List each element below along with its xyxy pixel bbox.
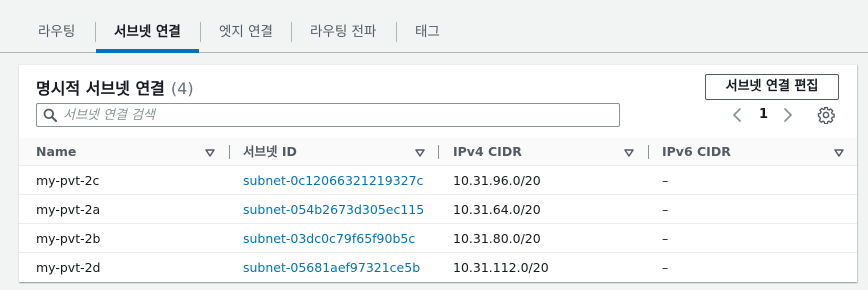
- gear-icon[interactable]: [817, 106, 835, 128]
- search-input[interactable]: [63, 105, 613, 125]
- panel-count: (4): [170, 79, 194, 98]
- caret-down-icon[interactable]: [834, 147, 844, 162]
- chevron-right-icon[interactable]: [782, 107, 794, 127]
- cell-ipv4-cidr: 10.31.96.0/20: [453, 173, 541, 188]
- cell-name: my-pvt-2c: [36, 173, 100, 188]
- cell-name: my-pvt-2a: [36, 202, 101, 217]
- panel-title: 명시적 서브넷 연결 (4): [36, 75, 194, 99]
- subnet-associations-panel: 명시적 서브넷 연결 (4) 서브넷 연결 편집 1 Name: [19, 64, 857, 282]
- cell-ipv4-cidr: 10.31.112.0/20: [453, 260, 549, 275]
- tab-edge-associations[interactable]: 엣지 연결: [201, 14, 291, 50]
- table-row: my-pvt-2a subnet-054b2673d305ec115 10.31…: [19, 195, 857, 224]
- edit-subnet-associations-button[interactable]: 서브넷 연결 편집: [705, 74, 839, 100]
- cell-ipv6-cidr: –: [662, 202, 669, 217]
- panel-title-text: 명시적 서브넷 연결: [36, 79, 165, 98]
- cell-ipv4-cidr: 10.31.64.0/20: [453, 202, 541, 217]
- table-row: my-pvt-2c subnet-0c12066321219327c 10.31…: [19, 166, 857, 195]
- column-divider[interactable]: [229, 145, 230, 159]
- subnet-id-link[interactable]: subnet-05681aef97321ce5b: [243, 253, 420, 282]
- search-box[interactable]: [36, 103, 620, 127]
- subnet-id-link[interactable]: subnet-0c12066321219327c: [243, 166, 423, 195]
- column-divider[interactable]: [648, 145, 649, 159]
- table-header: Name 서브넷 ID IPv4 CIDR IPv6 CIDR: [19, 138, 857, 166]
- cell-ipv6-cidr: –: [662, 173, 669, 188]
- tab-routes[interactable]: 라우팅: [20, 14, 93, 50]
- cell-ipv6-cidr: –: [662, 231, 669, 246]
- subnet-id-link[interactable]: subnet-03dc0c79f65f90b5c: [243, 224, 415, 253]
- column-header-name[interactable]: Name: [36, 138, 76, 166]
- tab-bar: 라우팅 서브넷 연결 엣지 연결 라우팅 전파 태그: [0, 0, 868, 53]
- column-divider[interactable]: [438, 145, 439, 159]
- cell-name: my-pvt-2b: [36, 231, 101, 246]
- column-header-ipv6-cidr[interactable]: IPv6 CIDR: [662, 138, 731, 166]
- cell-ipv4-cidr: 10.31.80.0/20: [453, 231, 541, 246]
- column-header-subnet-id[interactable]: 서브넷 ID: [243, 138, 297, 166]
- table-row: my-pvt-2b subnet-03dc0c79f65f90b5c 10.31…: [19, 224, 857, 253]
- tab-subnet-associations[interactable]: 서브넷 연결: [96, 14, 199, 53]
- page-number[interactable]: 1: [759, 107, 768, 122]
- chevron-left-icon[interactable]: [731, 107, 743, 127]
- caret-down-icon[interactable]: [205, 147, 215, 162]
- cell-name: my-pvt-2d: [36, 260, 101, 275]
- table-row: my-pvt-2d subnet-05681aef97321ce5b 10.31…: [19, 253, 857, 282]
- caret-down-icon[interactable]: [415, 147, 425, 162]
- tab-route-propagation[interactable]: 라우팅 전파: [292, 14, 394, 50]
- cell-ipv6-cidr: –: [662, 260, 669, 275]
- search-icon: [43, 108, 57, 126]
- subnet-id-link[interactable]: subnet-054b2673d305ec115: [243, 195, 424, 224]
- tab-tags[interactable]: 태그: [397, 14, 458, 50]
- column-header-ipv4-cidr[interactable]: IPv4 CIDR: [453, 138, 522, 166]
- caret-down-icon[interactable]: [624, 147, 634, 162]
